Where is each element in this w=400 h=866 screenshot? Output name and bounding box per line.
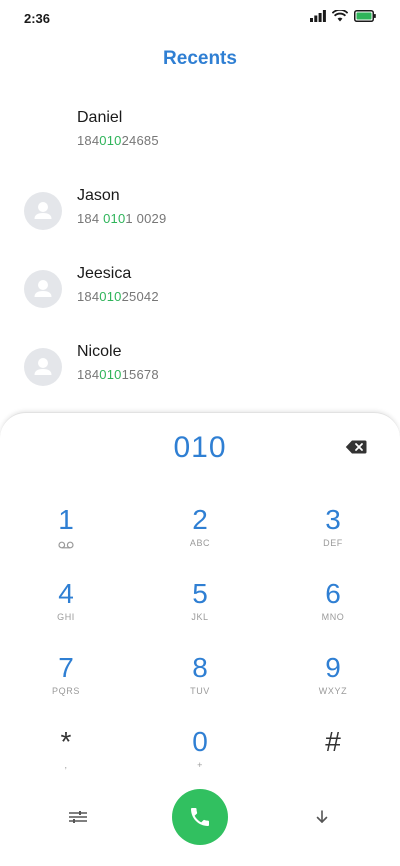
backspace-icon xyxy=(345,440,367,454)
key-letters: PQRS xyxy=(52,686,80,696)
person-icon xyxy=(34,280,52,297)
avatar xyxy=(24,348,62,386)
key-digit: 6 xyxy=(325,578,341,609)
status-bar: 2:36 xyxy=(0,0,400,36)
wifi-icon xyxy=(331,9,349,27)
contact-row[interactable]: Jeesica 18401025042 xyxy=(0,250,400,328)
contact-number: 184 0101 0029 xyxy=(77,211,167,226)
key-letters: ABC xyxy=(189,538,211,548)
call-button[interactable] xyxy=(172,789,228,845)
key-5[interactable]: 5 JKL xyxy=(155,577,245,637)
battery-icon xyxy=(354,9,376,27)
dialed-number[interactable]: 010 xyxy=(0,431,400,465)
contact-name: Jason xyxy=(77,187,120,204)
key-letters: MNO xyxy=(321,612,345,622)
phone-screen: 2:36 Recents Daniel 18401024685 Jason 18… xyxy=(0,0,400,866)
key-letters: + xyxy=(197,760,203,770)
key-digit: 0 xyxy=(192,726,208,757)
person-icon xyxy=(34,358,52,375)
key-letters: , xyxy=(64,760,68,770)
key-digit: 9 xyxy=(325,652,341,683)
recents-list: Daniel 18401024685 Jason 184 0101 0029 J… xyxy=(0,94,400,406)
key-row: 7 PQRS 8 TUV 9 WXYZ xyxy=(0,651,400,725)
contact-row[interactable]: Daniel 18401024685 xyxy=(0,94,400,172)
contact-row[interactable]: Jason 184 0101 0029 xyxy=(0,172,400,250)
key-8[interactable]: 8 TUV xyxy=(155,651,245,711)
key-digit: 8 xyxy=(192,652,208,683)
collapse-dialpad-button[interactable] xyxy=(310,805,334,829)
voicemail-icon xyxy=(58,539,74,550)
key-1[interactable]: 1 xyxy=(21,503,111,563)
page-title: Recents xyxy=(163,48,237,69)
contact-name: Daniel xyxy=(77,109,123,126)
contact-number: 18401024685 xyxy=(77,133,159,148)
contact-number: 18401015678 xyxy=(77,367,159,382)
key-9[interactable]: 9 WXYZ xyxy=(288,651,378,711)
status-time: 2:36 xyxy=(24,10,51,26)
contact-name: Nicole xyxy=(77,343,122,360)
key-digit: # xyxy=(325,726,341,757)
key-star[interactable]: * , xyxy=(21,725,111,785)
key-letters: WXYZ xyxy=(318,686,348,696)
settings-sliders-icon xyxy=(69,811,87,823)
dialpad-actions xyxy=(0,787,400,847)
key-digit: 1 xyxy=(58,504,74,535)
dial-settings-button[interactable] xyxy=(66,805,90,829)
key-row: 1 2 ABC 3 DEF xyxy=(0,503,400,577)
dialpad-keys: 1 2 ABC 3 DEF 4 GHI 5 JKL 6 MNO 7 PQRS 8… xyxy=(0,503,400,799)
arrow-down-icon xyxy=(316,810,328,823)
contact-name: Jeesica xyxy=(77,265,132,282)
key-letters: TUV xyxy=(190,686,210,696)
key-digit: * xyxy=(60,726,72,757)
key-digit: 5 xyxy=(192,578,208,609)
backspace-button[interactable] xyxy=(344,437,368,457)
key-letters: JKL xyxy=(191,612,209,622)
key-digit: 7 xyxy=(58,652,74,683)
key-digit: 3 xyxy=(325,504,341,535)
avatar xyxy=(24,270,62,308)
person-icon xyxy=(34,202,52,219)
contact-row[interactable]: Nicole 18401015678 xyxy=(0,328,400,406)
signal-icon xyxy=(310,9,326,27)
key-0[interactable]: 0 + xyxy=(155,725,245,785)
key-7[interactable]: 7 PQRS xyxy=(21,651,111,711)
key-letters: DEF xyxy=(323,538,343,548)
key-3[interactable]: 3 DEF xyxy=(288,503,378,563)
avatar xyxy=(24,192,62,230)
key-2[interactable]: 2 ABC xyxy=(155,503,245,563)
phone-icon xyxy=(191,808,209,826)
key-4[interactable]: 4 GHI xyxy=(21,577,111,637)
dialpad-panel: 010 1 2 ABC 3 DEF 4 GHI 5 JKL 6 MNO 7 PQ… xyxy=(0,412,400,866)
key-hash[interactable]: # xyxy=(288,725,378,785)
key-row: 4 GHI 5 JKL 6 MNO xyxy=(0,577,400,651)
contact-number: 18401025042 xyxy=(77,289,159,304)
key-letters: GHI xyxy=(57,612,75,622)
key-6[interactable]: 6 MNO xyxy=(288,577,378,637)
status-icons xyxy=(310,9,376,27)
key-digit: 2 xyxy=(192,504,208,535)
key-digit: 4 xyxy=(58,578,74,609)
